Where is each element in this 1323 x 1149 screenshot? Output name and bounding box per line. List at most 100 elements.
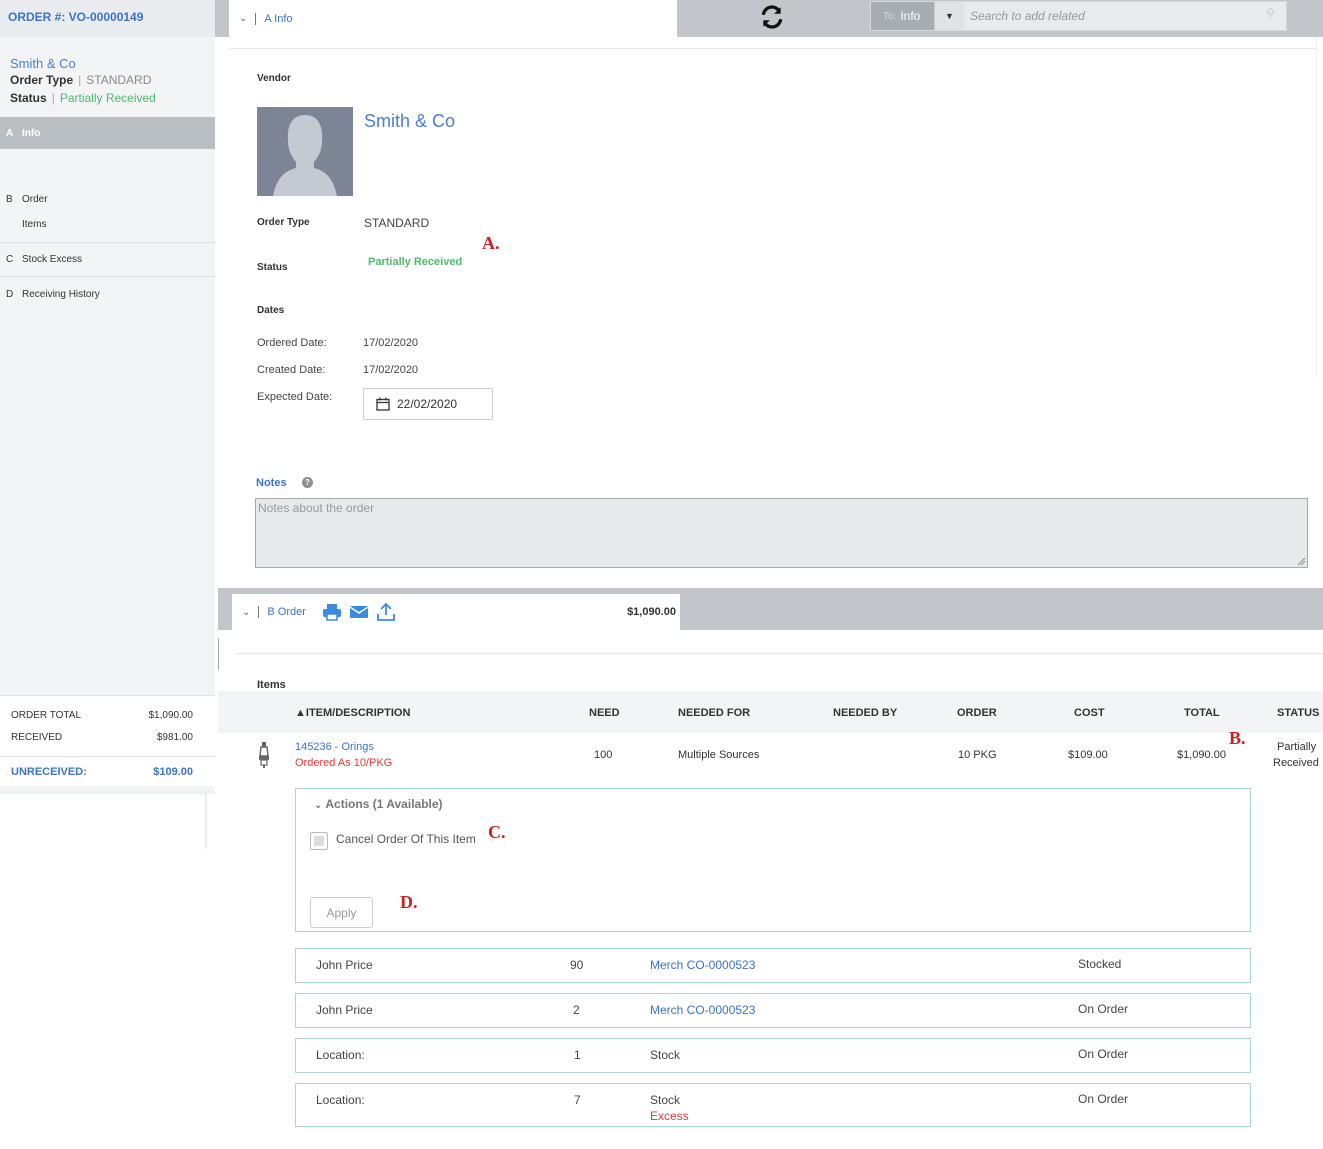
app-root: ORDER #: VO-00000149 Smith & Co Order Ty… — [0, 0, 1323, 1149]
sidebar-item-order[interactable]: B Order — [0, 149, 215, 205]
sidebar-vendor-link[interactable]: Smith & Co — [0, 37, 215, 71]
item-cost: $109.00 — [1068, 749, 1108, 761]
source-row: Location: 7 Stock Excess On Order — [295, 1083, 1251, 1127]
nav-letter: D — [6, 288, 14, 300]
vendor-label: Vendor — [257, 73, 291, 84]
actions-panel: ⌄ Actions (1 Available) Cancel Order Of T… — [295, 788, 1251, 932]
received-value: $981.00 — [156, 731, 193, 743]
chevron-down-icon: ⌄ — [314, 800, 323, 811]
source-ref-link[interactable]: Merch CO-0000523 — [650, 958, 755, 972]
col-cost[interactable]: COST — [1074, 707, 1105, 719]
annotation-d: D. — [400, 892, 418, 912]
col-needed-by[interactable]: NEEDED BY — [833, 707, 897, 719]
col-need[interactable]: NEED — [589, 707, 620, 719]
actions-toggle[interactable]: ⌄ Actions (1 Available) — [314, 797, 443, 811]
item-ordered-as: Ordered As 10/PKG — [295, 757, 393, 769]
source-ref: Stock — [650, 1093, 681, 1107]
item-order: 10 PKG — [958, 749, 997, 761]
col-needed-for[interactable]: NEEDED FOR — [678, 707, 750, 719]
sidebar-status-label: Status — [10, 91, 47, 105]
unreceived-row: UNRECEIVED: $109.00 — [0, 756, 215, 786]
item-code-link[interactable]: 145236 - Orings — [295, 741, 374, 753]
source-qty: 1 — [574, 1048, 581, 1062]
search-input[interactable]: Search to add related — [964, 2, 1266, 30]
notes-textarea[interactable]: Notes about the order — [255, 498, 1308, 568]
source-qty: 90 — [570, 958, 584, 972]
refresh-icon[interactable] — [759, 4, 785, 30]
received-label: RECEIVED — [11, 731, 63, 743]
annotation-a: A. — [482, 233, 500, 253]
cancel-order-label[interactable]: Cancel Order Of This Item — [336, 832, 476, 846]
sidebar-status: Status | Partially Received — [10, 91, 156, 105]
help-icon[interactable]: ? — [302, 477, 313, 488]
chevron-down-icon[interactable]: ⌄ — [242, 607, 250, 618]
source-status: Stocked — [1078, 957, 1122, 971]
source-status: On Order — [1078, 1047, 1129, 1061]
source-status: On Order — [1078, 1092, 1129, 1106]
tab-order-label: B Order — [267, 606, 306, 618]
status-label: Status — [257, 262, 288, 273]
nav-label: Stock Excess — [22, 254, 83, 265]
col-status[interactable]: STATUS — [1277, 707, 1319, 719]
source-status: On Order — [1078, 1002, 1129, 1016]
expected-date-value: 22/02/2020 — [397, 397, 458, 411]
item-status-line2: Received — [1273, 757, 1319, 769]
source-name: John Price — [316, 1003, 373, 1017]
nav-letter: C — [6, 254, 14, 265]
nav-label: Receiving History — [22, 288, 100, 300]
sidebar-subitem-items[interactable]: Items — [0, 205, 215, 243]
sidebar-order-type-label: Order Type — [10, 73, 74, 87]
created-date-label: Created Date: — [257, 364, 326, 376]
search-icon[interactable]: ⚲ — [1266, 2, 1286, 30]
vendor-name-link[interactable]: Smith & Co — [364, 111, 455, 132]
notes-label: Notes — [256, 477, 287, 489]
spark-plug-icon — [259, 742, 269, 768]
col-total[interactable]: TOTAL — [1184, 707, 1220, 719]
to-selector[interactable]: To: Info — [871, 2, 934, 30]
sidebar-blank-area — [0, 790, 215, 1149]
top-bar: ⌄ A Info To: Info ▼ Search to add relate… — [215, 0, 1323, 37]
col-item-description[interactable]: ▲ITEM/DESCRIPTION — [295, 707, 410, 719]
nav-letter: B — [6, 194, 13, 205]
cancel-order-checkbox[interactable] — [310, 832, 328, 850]
col-order[interactable]: ORDER — [957, 707, 997, 719]
unreceived-label: UNRECEIVED: — [11, 765, 87, 778]
chevron-down-icon[interactable]: ⌄ — [239, 13, 247, 24]
received-row: RECEIVED $981.00 — [0, 726, 215, 748]
source-name: John Price — [316, 958, 373, 972]
sidebar-item-info[interactable]: A Info — [0, 117, 215, 149]
calendar-icon — [376, 397, 390, 411]
source-qty: 7 — [574, 1093, 581, 1107]
source-row: John Price 2 Merch CO-0000523 On Order — [295, 993, 1251, 1028]
items-label: Items — [257, 679, 286, 691]
vendor-avatar — [257, 107, 353, 196]
print-icon[interactable] — [322, 603, 342, 621]
unreceived-value: $109.00 — [153, 765, 193, 778]
related-search: To: Info ▼ Search to add related ⚲ — [870, 1, 1287, 31]
sidebar: ORDER #: VO-00000149 Smith & Co Order Ty… — [0, 0, 215, 1149]
item-total: $1,090.00 — [1177, 749, 1226, 761]
sidebar-item-stock-excess[interactable]: C Stock Excess — [0, 243, 215, 277]
nav-label: Order — [22, 194, 48, 205]
source-row: Location: 1 Stock On Order — [295, 1038, 1251, 1073]
source-ref-link[interactable]: Merch CO-0000523 — [650, 1003, 755, 1017]
tab-order[interactable]: ⌄ B Order $1,090.00 — [232, 594, 680, 630]
caret-down-icon[interactable]: ▼ — [934, 2, 964, 30]
expected-date-input[interactable]: 22/02/2020 — [363, 388, 493, 420]
ordered-date-label: Ordered Date: — [257, 337, 327, 349]
scrollbar[interactable] — [1316, 37, 1323, 377]
source-name: Location: — [316, 1093, 365, 1107]
upload-icon[interactable] — [376, 603, 396, 621]
annotation-b: B. — [1229, 728, 1246, 748]
nav-label: Info — [22, 127, 41, 139]
resize-handle-icon[interactable] — [1296, 556, 1306, 566]
item-need: 100 — [594, 749, 613, 761]
sidebar-item-receiving-history[interactable]: D Receiving History — [0, 277, 215, 311]
apply-button[interactable]: Apply — [310, 897, 373, 928]
email-icon[interactable] — [349, 603, 369, 621]
items-table-header: ▲ITEM/DESCRIPTION NEED NEEDED FOR NEEDED… — [218, 691, 1323, 733]
sidebar-status-value: Partially Received — [59, 91, 156, 105]
order-bar: ⌄ B Order $1,090.00 — [218, 588, 1323, 670]
to-prefix: To: — [883, 10, 897, 22]
tab-info[interactable]: ⌄ A Info — [229, 0, 677, 37]
